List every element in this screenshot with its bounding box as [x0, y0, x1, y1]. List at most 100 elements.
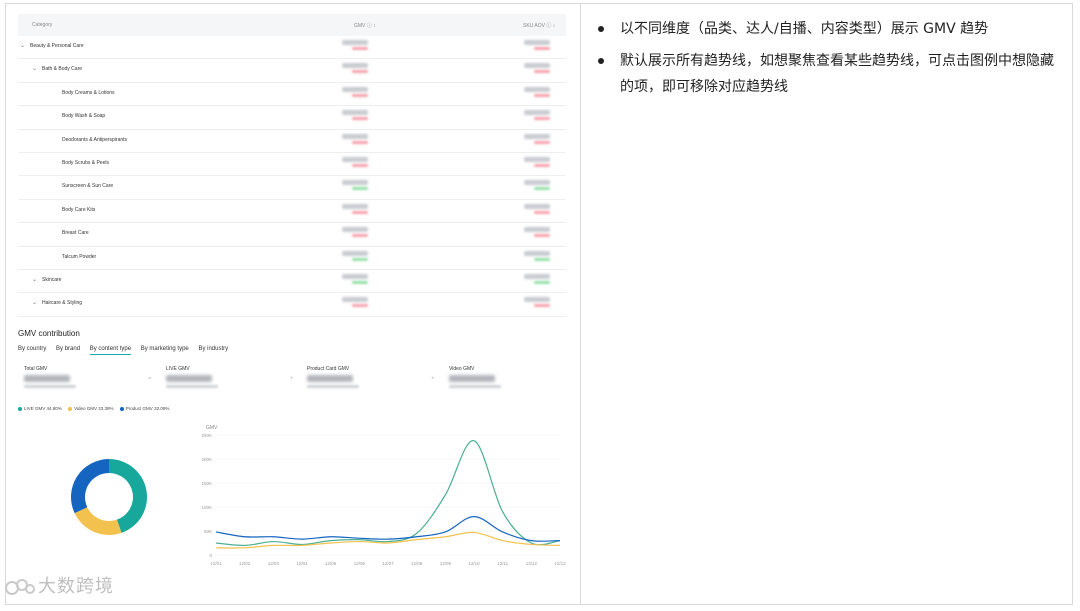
gmv-value-redacted: [342, 250, 368, 256]
y-tick-label: 100K: [201, 505, 212, 510]
series-line[interactable]: [215, 440, 561, 547]
kpi-label: Product Card GMV: [307, 366, 350, 372]
table-row[interactable]: Body Creams & Lotions: [18, 83, 566, 107]
chevron-down-icon[interactable]: ⌄: [20, 42, 25, 49]
chevron-down-icon[interactable]: ⌄: [32, 65, 37, 72]
gmv-value-redacted: [342, 227, 368, 233]
tab-by-brand[interactable]: By brand: [56, 346, 80, 354]
gmv-change-redacted: [352, 280, 368, 284]
kpi-value-redacted: [307, 375, 353, 382]
gmv-change-redacted: [352, 70, 368, 74]
category-name: Body Creams & Lotions: [62, 89, 115, 96]
note-item: 默认展示所有趋势线，如想聚焦查看某些趋势线，可点击图例中想隐藏的项，即可移除对应…: [596, 48, 1066, 100]
category-name: Body Care Kits: [62, 206, 96, 213]
x-tick-label: 12/10: [468, 561, 480, 566]
tab-by-marketing-type[interactable]: By marketing type: [141, 346, 189, 354]
aov-value-redacted: [524, 133, 550, 139]
kpi-value-redacted: [449, 375, 495, 382]
bullet-icon: [598, 58, 604, 64]
note-item: 以不同维度（品类、达人/自播、内容类型）展示 GMV 趋势: [596, 16, 1066, 42]
aov-change-redacted: [534, 280, 550, 284]
table-row[interactable]: ⌄ Skincare: [18, 270, 566, 294]
aov-value-redacted: [524, 40, 550, 45]
gmv-change-redacted: [352, 234, 368, 238]
watermark-logo-icon: [5, 579, 35, 596]
aov-change-redacted: [534, 163, 550, 167]
category-header[interactable]: Category: [32, 22, 52, 28]
plus-sign: +: [431, 376, 435, 382]
watermark: 大数跨境: [4, 572, 114, 598]
aov-change-redacted: [534, 187, 550, 191]
gmv-change-redacted: [352, 163, 368, 167]
tab-by-industry[interactable]: By industry: [198, 346, 228, 354]
kpi-delta-redacted: [307, 385, 359, 388]
table-row[interactable]: Sunscreen & Sun Care: [18, 176, 566, 200]
gmv-contribution-title: GMV contribution: [18, 329, 80, 338]
kpi-delta-redacted: [449, 385, 501, 388]
gmv-value-redacted: [342, 40, 368, 45]
x-tick-label: 12/08: [411, 561, 423, 566]
aov-header[interactable]: SKU AOV ⓘ ↕: [523, 22, 555, 29]
gmv-change-redacted: [352, 187, 368, 191]
kpi-total-gmv: Total GMV: [24, 366, 134, 388]
table-row[interactable]: ⌄ Haircare & Styling: [18, 293, 566, 317]
table-row[interactable]: Body Wash & Soap: [18, 106, 566, 130]
x-tick-label: 12/03: [268, 561, 280, 566]
aov-value-redacted: [524, 63, 550, 69]
table-row[interactable]: Deodorants & Antiperspirants: [18, 130, 566, 153]
watermark-text: 大数跨境: [38, 576, 114, 596]
x-tick-label: 12/07: [382, 561, 394, 566]
gmv-change-redacted: [352, 257, 368, 261]
y-tick-label: 250K: [201, 433, 212, 438]
bullet-icon: [598, 26, 604, 32]
category-name: Bath & Body Care: [42, 66, 83, 73]
content-type-donut-chart: [71, 459, 148, 535]
gmv-value-redacted: [342, 297, 368, 303]
gmv-change-redacted: [352, 210, 368, 214]
kpi-label: Video GMV: [449, 366, 475, 372]
category-name: Breast Care: [62, 230, 89, 237]
kpi-value-redacted: [166, 375, 212, 382]
kpi-label: Total GMV: [24, 366, 48, 372]
donut-slice[interactable]: [71, 459, 109, 514]
table-row[interactable]: Body Care Kits: [18, 200, 566, 224]
aov-value-redacted: [524, 250, 550, 256]
table-row[interactable]: ⌄ Bath & Body Care: [18, 59, 566, 83]
category-name: Body Scrubs & Peels: [62, 159, 109, 166]
category-name: Beauty & Personal Care: [30, 43, 84, 49]
gmv-change-redacted: [352, 304, 368, 308]
aov-change-redacted: [534, 140, 550, 144]
legend-item-live[interactable]: LIVE GMV 44.80%: [18, 406, 62, 411]
category-name: Skincare: [42, 276, 62, 283]
equals-sign: =: [148, 376, 152, 382]
chevron-down-icon[interactable]: ⌄: [32, 299, 37, 306]
gmv-value-redacted: [342, 133, 368, 139]
category-name: Sunscreen & Sun Care: [62, 183, 114, 190]
aov-change-redacted: [534, 47, 550, 50]
y-tick-label: 50K: [204, 529, 212, 534]
kpi-video-gmv: Video GMV: [449, 366, 559, 388]
legend-item-product[interactable]: Product GMV 32.09%: [119, 406, 169, 411]
aov-value-redacted: [524, 273, 550, 279]
table-row[interactable]: Breast Care: [18, 223, 566, 247]
category-name: Talcum Powder: [62, 253, 97, 260]
gmv-value-redacted: [342, 180, 368, 186]
kpi-label: LIVE GMV: [166, 366, 190, 372]
table-row[interactable]: Talcum Powder: [18, 247, 566, 270]
gmv-header[interactable]: GMV ⓘ ↕: [354, 22, 376, 29]
tab-by-country[interactable]: By country: [18, 346, 46, 354]
table-row[interactable]: Body Scrubs & Peels: [18, 153, 566, 177]
chevron-down-icon[interactable]: ⌄: [32, 276, 37, 283]
aov-change-redacted: [534, 70, 550, 74]
x-tick-label: 12/01: [210, 561, 222, 566]
aov-change-redacted: [534, 234, 550, 238]
tab-by-content-type[interactable]: By content type: [89, 346, 132, 355]
donut-slice[interactable]: [74, 507, 122, 535]
kpi-product-card-gmv: Product Card GMV: [307, 366, 417, 388]
category-name: Body Wash & Soap: [62, 113, 106, 120]
aov-value-redacted: [524, 180, 550, 186]
chart-legend: LIVE GMV 44.80% Video GMV 23.39% Product…: [18, 406, 174, 411]
x-tick-label: 12/09: [440, 561, 452, 566]
table-row[interactable]: ⌄ Beauty & Personal Care: [18, 36, 566, 60]
legend-item-video[interactable]: Video GMV 23.39%: [68, 406, 114, 411]
